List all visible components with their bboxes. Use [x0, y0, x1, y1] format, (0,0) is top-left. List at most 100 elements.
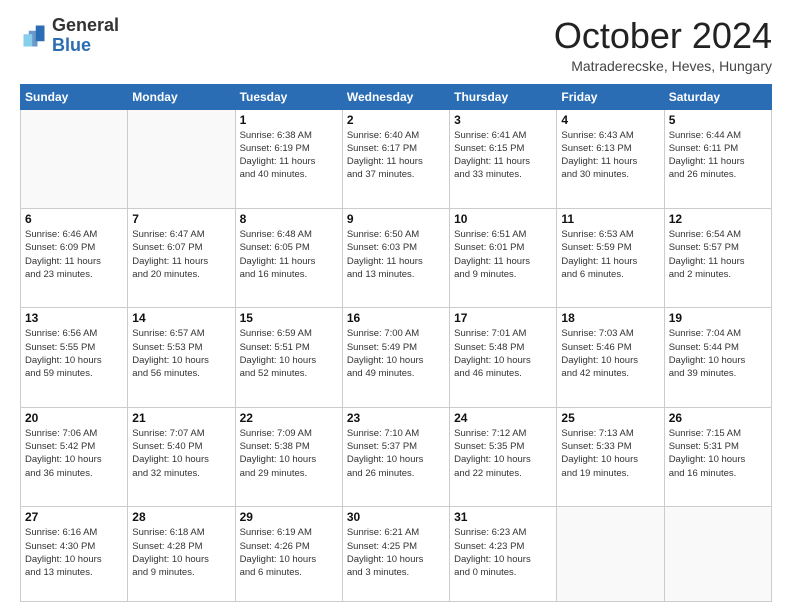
day-cell: 16 Sunrise: 7:00 AM Sunset: 5:49 PM Dayli… — [342, 308, 449, 407]
day-cell: 27Sunrise: 6:16 AM Sunset: 4:30 PM Dayli… — [21, 507, 128, 602]
day-info: Sunrise: 6:47 AM Sunset: 6:07 PM Dayligh… — [132, 228, 230, 281]
week-row-5: 27Sunrise: 6:16 AM Sunset: 4:30 PM Dayli… — [21, 507, 772, 602]
day-cell: 21Sunrise: 7:07 AM Sunset: 5:40 PM Dayli… — [128, 407, 235, 506]
day-info: Sunrise: 6:50 AM Sunset: 6:03 PM Dayligh… — [347, 228, 445, 281]
day-number: 23 — [347, 411, 445, 425]
weekday-header-tuesday: Tuesday — [235, 84, 342, 109]
day-cell: 28 Sunrise: 6:18 AM Sunset: 4:28 PM Dayli… — [128, 507, 235, 602]
day-cell: 25 Sunrise: 7:13 AM Sunset: 5:33 PM Dayli… — [557, 407, 664, 506]
day-number: 19 — [669, 311, 767, 325]
week-row-4: 20Sunrise: 7:06 AM Sunset: 5:42 PM Dayli… — [21, 407, 772, 506]
day-number: 6 — [25, 212, 123, 226]
day-cell: 24 Sunrise: 7:12 AM Sunset: 5:35 PM Dayli… — [450, 407, 557, 506]
weekday-header-thursday: Thursday — [450, 84, 557, 109]
day-info: Sunrise: 6:57 AM Sunset: 5:53 PM Dayligh… — [132, 327, 230, 380]
week-row-1: 1Sunrise: 6:38 AM Sunset: 6:19 PM Daylig… — [21, 109, 772, 208]
day-info: Sunrise: 6:18 AM Sunset: 4:28 PM Dayligh… — [132, 526, 230, 579]
day-cell: 7 Sunrise: 6:47 AM Sunset: 6:07 PM Daylig… — [128, 209, 235, 308]
day-number: 22 — [240, 411, 338, 425]
day-info: Sunrise: 6:54 AM Sunset: 5:57 PM Dayligh… — [669, 228, 767, 281]
day-info: Sunrise: 7:10 AM Sunset: 5:37 PM Dayligh… — [347, 427, 445, 480]
day-info: Sunrise: 7:13 AM Sunset: 5:33 PM Dayligh… — [561, 427, 659, 480]
day-number: 13 — [25, 311, 123, 325]
day-number: 3 — [454, 113, 552, 127]
day-info: Sunrise: 7:07 AM Sunset: 5:40 PM Dayligh… — [132, 427, 230, 480]
day-cell: 2 Sunrise: 6:40 AM Sunset: 6:17 PM Daylig… — [342, 109, 449, 208]
day-number: 30 — [347, 510, 445, 524]
title-section: October 2024 Matraderecske, Heves, Hunga… — [554, 16, 772, 74]
day-info: Sunrise: 7:09 AM Sunset: 5:38 PM Dayligh… — [240, 427, 338, 480]
day-cell: 19 Sunrise: 7:04 AM Sunset: 5:44 PM Dayli… — [664, 308, 771, 407]
day-info: Sunrise: 6:23 AM Sunset: 4:23 PM Dayligh… — [454, 526, 552, 579]
day-number: 27 — [25, 510, 123, 524]
day-cell: 3 Sunrise: 6:41 AM Sunset: 6:15 PM Daylig… — [450, 109, 557, 208]
day-cell: 18Sunrise: 7:03 AM Sunset: 5:46 PM Dayli… — [557, 308, 664, 407]
day-cell: 29 Sunrise: 6:19 AM Sunset: 4:26 PM Dayli… — [235, 507, 342, 602]
day-number: 2 — [347, 113, 445, 127]
day-cell: 5 Sunrise: 6:44 AM Sunset: 6:11 PM Daylig… — [664, 109, 771, 208]
day-info: Sunrise: 6:19 AM Sunset: 4:26 PM Dayligh… — [240, 526, 338, 579]
day-info: Sunrise: 6:41 AM Sunset: 6:15 PM Dayligh… — [454, 129, 552, 182]
logo-text: General Blue — [52, 16, 119, 56]
day-number: 9 — [347, 212, 445, 226]
day-cell: 23 Sunrise: 7:10 AM Sunset: 5:37 PM Dayli… — [342, 407, 449, 506]
day-info: Sunrise: 6:51 AM Sunset: 6:01 PM Dayligh… — [454, 228, 552, 281]
day-number: 16 — [347, 311, 445, 325]
day-info: Sunrise: 7:00 AM Sunset: 5:49 PM Dayligh… — [347, 327, 445, 380]
day-info: Sunrise: 6:53 AM Sunset: 5:59 PM Dayligh… — [561, 228, 659, 281]
day-cell — [557, 507, 664, 602]
day-cell: 31Sunrise: 6:23 AM Sunset: 4:23 PM Dayli… — [450, 507, 557, 602]
day-number: 8 — [240, 212, 338, 226]
day-number: 24 — [454, 411, 552, 425]
day-number: 25 — [561, 411, 659, 425]
header: General Blue October 2024 Matraderecske,… — [20, 16, 772, 74]
day-info: Sunrise: 6:48 AM Sunset: 6:05 PM Dayligh… — [240, 228, 338, 281]
day-info: Sunrise: 6:43 AM Sunset: 6:13 PM Dayligh… — [561, 129, 659, 182]
weekday-header-sunday: Sunday — [21, 84, 128, 109]
day-info: Sunrise: 6:40 AM Sunset: 6:17 PM Dayligh… — [347, 129, 445, 182]
day-number: 29 — [240, 510, 338, 524]
logo: General Blue — [20, 16, 119, 56]
day-number: 14 — [132, 311, 230, 325]
day-cell: 26 Sunrise: 7:15 AM Sunset: 5:31 PM Dayli… — [664, 407, 771, 506]
day-info: Sunrise: 7:12 AM Sunset: 5:35 PM Dayligh… — [454, 427, 552, 480]
weekday-header-saturday: Saturday — [664, 84, 771, 109]
week-row-2: 6 Sunrise: 6:46 AM Sunset: 6:09 PM Daylig… — [21, 209, 772, 308]
week-row-3: 13 Sunrise: 6:56 AM Sunset: 5:55 PM Dayli… — [21, 308, 772, 407]
day-number: 18 — [561, 311, 659, 325]
day-cell: 15Sunrise: 6:59 AM Sunset: 5:51 PM Dayli… — [235, 308, 342, 407]
logo-icon — [20, 22, 48, 50]
day-number: 17 — [454, 311, 552, 325]
day-info: Sunrise: 6:56 AM Sunset: 5:55 PM Dayligh… — [25, 327, 123, 380]
day-cell: 10 Sunrise: 6:51 AM Sunset: 6:01 PM Dayli… — [450, 209, 557, 308]
day-cell: 6 Sunrise: 6:46 AM Sunset: 6:09 PM Daylig… — [21, 209, 128, 308]
day-info: Sunrise: 7:15 AM Sunset: 5:31 PM Dayligh… — [669, 427, 767, 480]
day-number: 20 — [25, 411, 123, 425]
day-number: 28 — [132, 510, 230, 524]
day-cell: 4 Sunrise: 6:43 AM Sunset: 6:13 PM Daylig… — [557, 109, 664, 208]
day-cell: 8 Sunrise: 6:48 AM Sunset: 6:05 PM Daylig… — [235, 209, 342, 308]
day-cell: 9 Sunrise: 6:50 AM Sunset: 6:03 PM Daylig… — [342, 209, 449, 308]
day-number: 26 — [669, 411, 767, 425]
day-number: 15 — [240, 311, 338, 325]
day-number: 11 — [561, 212, 659, 226]
day-number: 5 — [669, 113, 767, 127]
month-title: October 2024 — [554, 16, 772, 56]
weekday-header-wednesday: Wednesday — [342, 84, 449, 109]
day-info: Sunrise: 6:46 AM Sunset: 6:09 PM Dayligh… — [25, 228, 123, 281]
day-cell: 22 Sunrise: 7:09 AM Sunset: 5:38 PM Dayli… — [235, 407, 342, 506]
day-cell — [128, 109, 235, 208]
day-info: Sunrise: 6:44 AM Sunset: 6:11 PM Dayligh… — [669, 129, 767, 182]
day-number: 4 — [561, 113, 659, 127]
day-number: 10 — [454, 212, 552, 226]
calendar-table: SundayMondayTuesdayWednesdayThursdayFrid… — [20, 84, 772, 602]
day-number: 7 — [132, 212, 230, 226]
weekday-header-row: SundayMondayTuesdayWednesdayThursdayFrid… — [21, 84, 772, 109]
day-cell — [21, 109, 128, 208]
day-cell — [664, 507, 771, 602]
day-cell: 30Sunrise: 6:21 AM Sunset: 4:25 PM Dayli… — [342, 507, 449, 602]
day-cell: 11 Sunrise: 6:53 AM Sunset: 5:59 PM Dayli… — [557, 209, 664, 308]
day-info: Sunrise: 7:04 AM Sunset: 5:44 PM Dayligh… — [669, 327, 767, 380]
location: Matraderecske, Heves, Hungary — [554, 58, 772, 74]
day-cell: 14 Sunrise: 6:57 AM Sunset: 5:53 PM Dayli… — [128, 308, 235, 407]
